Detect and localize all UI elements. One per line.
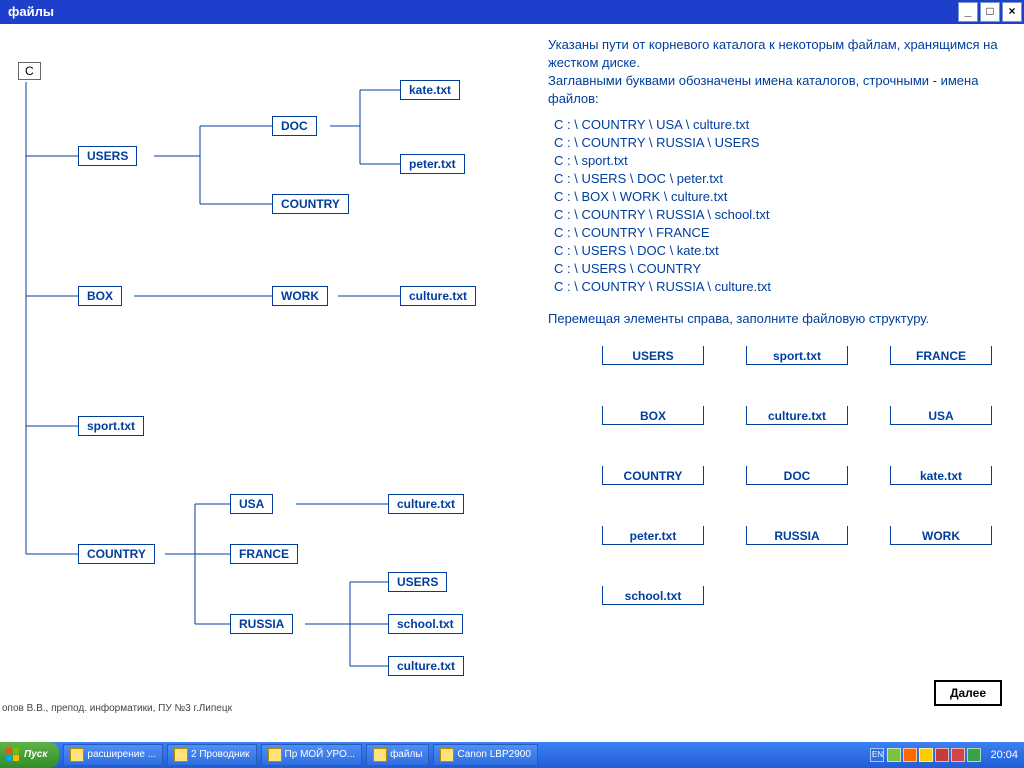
taskbar-buttons: расширение ... 2 Проводник Пр МОЙ УРО... фа… bbox=[59, 744, 538, 766]
draggable-russia[interactable]: RUSSIA bbox=[746, 526, 848, 545]
draggable-country[interactable]: COUNTRY bbox=[602, 466, 704, 485]
path-line: C : \ BOX \ WORK \ culture.txt bbox=[554, 188, 1008, 206]
credit-text: опов В.В., препод. информатики, ПУ №3 г.… bbox=[2, 703, 232, 714]
right-panel: Указаны пути от корневого каталога к нек… bbox=[548, 36, 1008, 346]
node-culture-box[interactable]: culture.txt bbox=[400, 286, 476, 306]
app-icon bbox=[373, 748, 387, 762]
taskbar-item-label: файлы bbox=[390, 745, 422, 765]
lang-indicator[interactable]: EN bbox=[870, 748, 884, 762]
node-france[interactable]: FRANCE bbox=[230, 544, 298, 564]
tray-icon[interactable] bbox=[903, 748, 917, 762]
node-russia[interactable]: RUSSIA bbox=[230, 614, 293, 634]
draggable-france[interactable]: FRANCE bbox=[890, 346, 992, 365]
app-icon bbox=[268, 748, 282, 762]
draggable-usa[interactable]: USA bbox=[890, 406, 992, 425]
path-line: C : \ COUNTRY \ FRANCE bbox=[554, 224, 1008, 242]
client-area: C USERS BOX sport.txt COUNTRY DOC COUNTR… bbox=[0, 24, 1024, 742]
next-button[interactable]: Далее bbox=[934, 680, 1002, 706]
taskbar-item-label: Пр МОЙ УРО... bbox=[285, 745, 356, 765]
taskbar: Пуск расширение ... 2 Проводник Пр МОЙ УРО… bbox=[0, 742, 1024, 768]
description-1: Указаны пути от корневого каталога к нек… bbox=[548, 36, 1008, 72]
path-line: C : \ USERS \ COUNTRY bbox=[554, 260, 1008, 278]
taskbar-clock: 20:04 bbox=[990, 749, 1018, 761]
taskbar-item[interactable]: расширение ... bbox=[63, 744, 163, 766]
node-box[interactable]: BOX bbox=[78, 286, 122, 306]
path-line: C : \ COUNTRY \ RUSSIA \ USERS bbox=[554, 134, 1008, 152]
draggable-culturetxt[interactable]: culture.txt bbox=[746, 406, 848, 425]
titlebar-buttons: _ □ × bbox=[958, 2, 1022, 22]
start-button[interactable]: Пуск bbox=[0, 742, 59, 768]
path-line: C : \ COUNTRY \ RUSSIA \ culture.txt bbox=[554, 278, 1008, 296]
instruction: Перемещая элементы справа, заполните фай… bbox=[548, 310, 1008, 328]
maximize-button[interactable]: □ bbox=[980, 2, 1000, 22]
draggable-petertxt[interactable]: peter.txt bbox=[602, 526, 704, 545]
node-usa[interactable]: USA bbox=[230, 494, 273, 514]
node-users-ru[interactable]: USERS bbox=[388, 572, 447, 592]
node-country[interactable]: COUNTRY bbox=[78, 544, 155, 564]
draggable-schooltxt[interactable]: school.txt bbox=[602, 586, 704, 605]
draggable-work[interactable]: WORK bbox=[890, 526, 992, 545]
window-title: файлы bbox=[8, 4, 54, 19]
draggable-box[interactable]: BOX bbox=[602, 406, 704, 425]
tray-icon[interactable] bbox=[919, 748, 933, 762]
node-work[interactable]: WORK bbox=[272, 286, 328, 306]
node-culture-usa[interactable]: culture.txt bbox=[388, 494, 464, 514]
taskbar-item[interactable]: 2 Проводник bbox=[167, 744, 257, 766]
path-line: C : \ COUNTRY \ USA \ culture.txt bbox=[554, 116, 1008, 134]
windows-flag-icon bbox=[6, 748, 20, 762]
description-2: Заглавными буквами обозначены имена ката… bbox=[548, 72, 1008, 108]
taskbar-item[interactable]: файлы bbox=[366, 744, 429, 766]
node-school-ru[interactable]: school.txt bbox=[388, 614, 463, 634]
path-line: C : \ COUNTRY \ RUSSIA \ school.txt bbox=[554, 206, 1008, 224]
tree-connectors bbox=[0, 24, 540, 742]
draggable-sporttxt[interactable]: sport.txt bbox=[746, 346, 848, 365]
tree-diagram: C USERS BOX sport.txt COUNTRY DOC COUNTR… bbox=[0, 24, 540, 742]
path-line: C : \ USERS \ DOC \ kate.txt bbox=[554, 242, 1008, 260]
tray-icon[interactable] bbox=[935, 748, 949, 762]
taskbar-item[interactable]: Пр МОЙ УРО... bbox=[261, 744, 363, 766]
node-doc[interactable]: DOC bbox=[272, 116, 317, 136]
titlebar: файлы _ □ × bbox=[0, 0, 1024, 24]
taskbar-item-label: расширение ... bbox=[87, 745, 156, 765]
draggable-katetxt[interactable]: kate.txt bbox=[890, 466, 992, 485]
tray-icon[interactable] bbox=[951, 748, 965, 762]
systray: EN 20:04 bbox=[870, 748, 1024, 762]
node-country-sub[interactable]: COUNTRY bbox=[272, 194, 349, 214]
paths-list: C : \ COUNTRY \ USA \ culture.txtC : \ C… bbox=[554, 116, 1008, 296]
draggable-doc[interactable]: DOC bbox=[746, 466, 848, 485]
taskbar-item-label: Canon LBP2900 bbox=[457, 745, 530, 765]
minimize-button[interactable]: _ bbox=[958, 2, 978, 22]
draggable-users[interactable]: USERS bbox=[602, 346, 704, 365]
tree-root: C bbox=[18, 62, 41, 80]
app-icon bbox=[70, 748, 84, 762]
taskbar-item-label: 2 Проводник bbox=[191, 745, 250, 765]
app-icon bbox=[440, 748, 454, 762]
tray-icon[interactable] bbox=[967, 748, 981, 762]
close-button[interactable]: × bbox=[1002, 2, 1022, 22]
taskbar-item[interactable]: Canon LBP2900 bbox=[433, 744, 537, 766]
start-label: Пуск bbox=[24, 742, 47, 768]
node-peter[interactable]: peter.txt bbox=[400, 154, 465, 174]
node-culture-ru[interactable]: culture.txt bbox=[388, 656, 464, 676]
node-sport[interactable]: sport.txt bbox=[78, 416, 144, 436]
tray-icons bbox=[887, 748, 981, 762]
node-users[interactable]: USERS bbox=[78, 146, 137, 166]
app-icon bbox=[174, 748, 188, 762]
tray-icon[interactable] bbox=[887, 748, 901, 762]
node-kate[interactable]: kate.txt bbox=[400, 80, 460, 100]
path-line: C : \ sport.txt bbox=[554, 152, 1008, 170]
path-line: C : \ USERS \ DOC \ peter.txt bbox=[554, 170, 1008, 188]
